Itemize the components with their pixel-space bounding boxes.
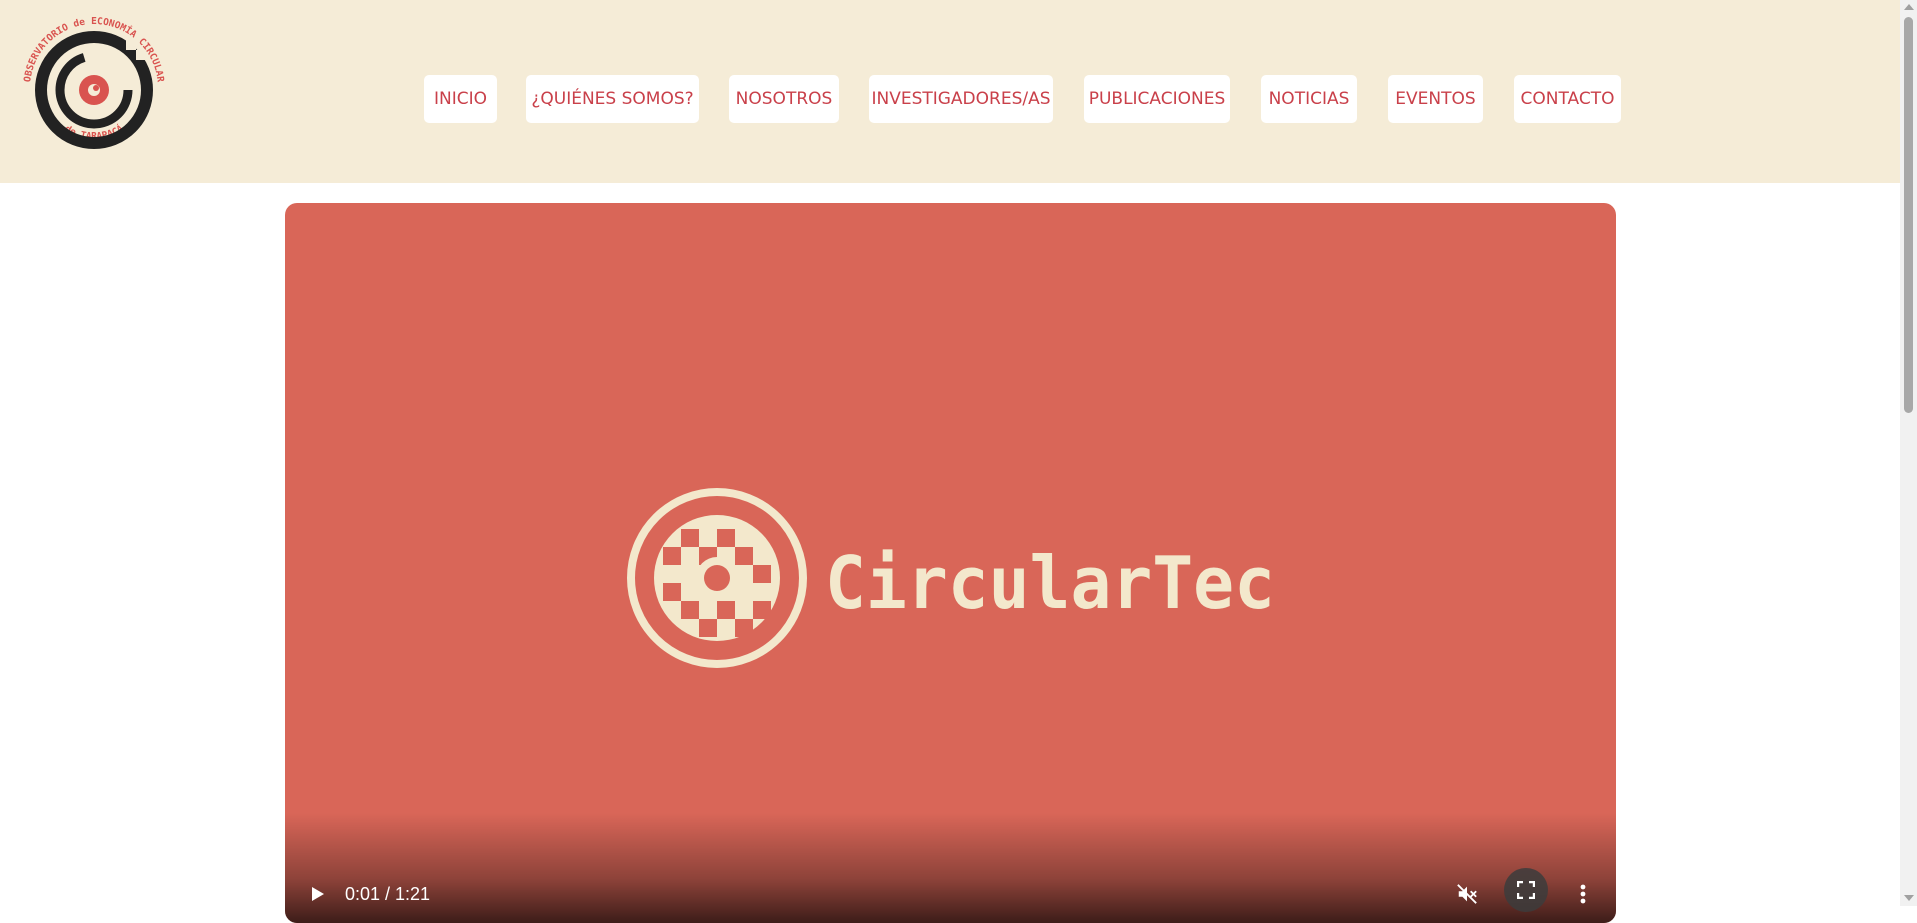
nav-item-nosotros[interactable]: NOSOTROS	[729, 75, 839, 123]
video-player[interactable]: CircularTec 0:01 / 1:21	[285, 203, 1616, 923]
page-scrollbar[interactable]	[1900, 0, 1917, 906]
scroll-down-icon[interactable]	[1904, 895, 1914, 901]
brand-name: CircularTec	[825, 541, 1275, 625]
nav-item-inicio[interactable]: INICIO	[424, 75, 497, 123]
nav-item-quienes-somos[interactable]: ¿QUIÉNES SOMOS?	[526, 75, 699, 123]
main-navigation: INICIO ¿QUIÉNES SOMOS? NOSOTROS INVESTIG…	[0, 75, 1900, 123]
time-display: 0:01 / 1:21	[345, 884, 431, 904]
site-header: OBSERVATORIO de ECONOMÍA CIRCULAR de TAR…	[0, 0, 1900, 183]
scroll-up-icon[interactable]	[1904, 4, 1914, 10]
nav-item-publicaciones[interactable]: PUBLICACIONES	[1084, 75, 1230, 123]
more-options-icon[interactable]	[1568, 879, 1598, 909]
scrollbar-thumb[interactable]	[1904, 17, 1913, 413]
nav-item-noticias[interactable]: NOTICIAS	[1261, 75, 1357, 123]
nav-item-contacto[interactable]: CONTACTO	[1514, 75, 1621, 123]
nav-item-investigadores[interactable]: INVESTIGADORES/AS	[869, 75, 1053, 123]
circulartec-logo: CircularTec	[627, 488, 1275, 668]
fullscreen-icon[interactable]	[1504, 868, 1548, 912]
mute-icon[interactable]	[1452, 879, 1482, 909]
nav-item-eventos[interactable]: EVENTOS	[1388, 75, 1483, 123]
play-icon[interactable]	[303, 879, 333, 909]
controls-overlay	[285, 813, 1616, 923]
